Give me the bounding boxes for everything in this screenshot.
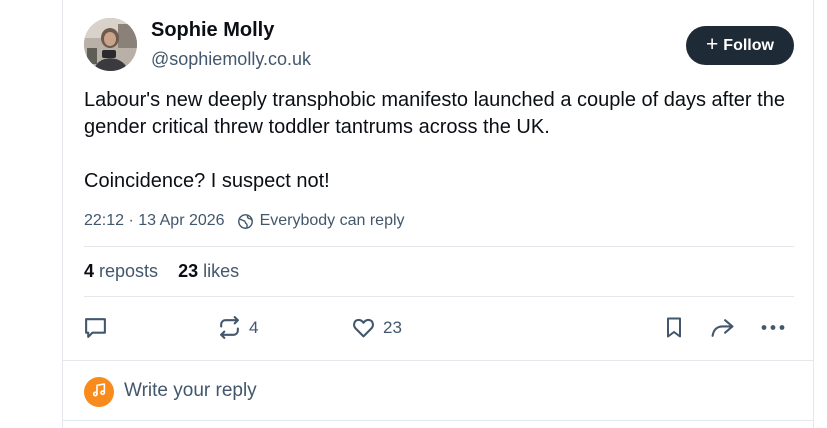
music-note-icon <box>91 382 107 403</box>
thread-column: Sophie Molly @sophiemolly.co.uk + Follow… <box>62 0 814 428</box>
reposts-count: 4 <box>84 261 95 281</box>
follow-label: Follow <box>723 36 774 54</box>
post-timestamp[interactable]: 22:12 · 13 Apr 2026 <box>84 212 225 230</box>
globe-icon <box>237 213 254 230</box>
user-avatar <box>84 377 114 407</box>
like-count: 23 <box>383 317 402 337</box>
share-button[interactable] <box>709 315 737 340</box>
repost-icon <box>217 315 242 340</box>
likes-label: likes <box>203 261 240 281</box>
divider <box>63 420 813 421</box>
post-actions: 4 23 <box>63 312 813 344</box>
divider <box>84 296 794 297</box>
more-dots-icon <box>760 315 786 340</box>
plus-icon: + <box>706 33 719 56</box>
like-button[interactable]: 23 <box>351 315 402 340</box>
reply-composer[interactable]: Write your reply <box>63 360 813 420</box>
post-text: Labour's new deeply transphobic manifest… <box>84 87 799 195</box>
post-text-paragraph: Labour's new deeply transphobic manifest… <box>84 89 785 138</box>
reply-setting: Everybody can reply <box>259 212 405 229</box>
bookmark-button[interactable] <box>662 315 686 340</box>
repost-button[interactable]: 4 <box>217 315 258 340</box>
reposts-stat[interactable]: 4 reposts <box>84 261 158 282</box>
reposts-label: reposts <box>99 261 159 281</box>
author-display-name[interactable]: Sophie Molly <box>151 19 274 42</box>
repost-count: 4 <box>249 317 259 337</box>
share-icon <box>709 315 737 340</box>
follow-button[interactable]: + Follow <box>686 26 794 65</box>
author-avatar[interactable] <box>84 18 137 71</box>
author-handle[interactable]: @sophiemolly.co.uk <box>151 49 311 70</box>
reply-button[interactable] <box>83 315 108 340</box>
post: Sophie Molly @sophiemolly.co.uk + Follow… <box>63 0 813 360</box>
bookmark-icon <box>662 315 686 340</box>
heart-icon <box>351 315 376 340</box>
reply-input[interactable]: Write your reply <box>124 380 257 402</box>
comment-icon <box>83 315 108 340</box>
post-meta: 22:12 · 13 Apr 2026 Everybody can reply <box>84 212 405 230</box>
post-stats: 4 reposts 23 likes <box>84 261 239 282</box>
post-text-paragraph: Coincidence? I suspect not! <box>84 170 330 192</box>
likes-stat[interactable]: 23 likes <box>178 261 239 282</box>
divider <box>84 246 794 247</box>
likes-count: 23 <box>178 261 199 281</box>
more-options-button[interactable] <box>760 315 786 340</box>
